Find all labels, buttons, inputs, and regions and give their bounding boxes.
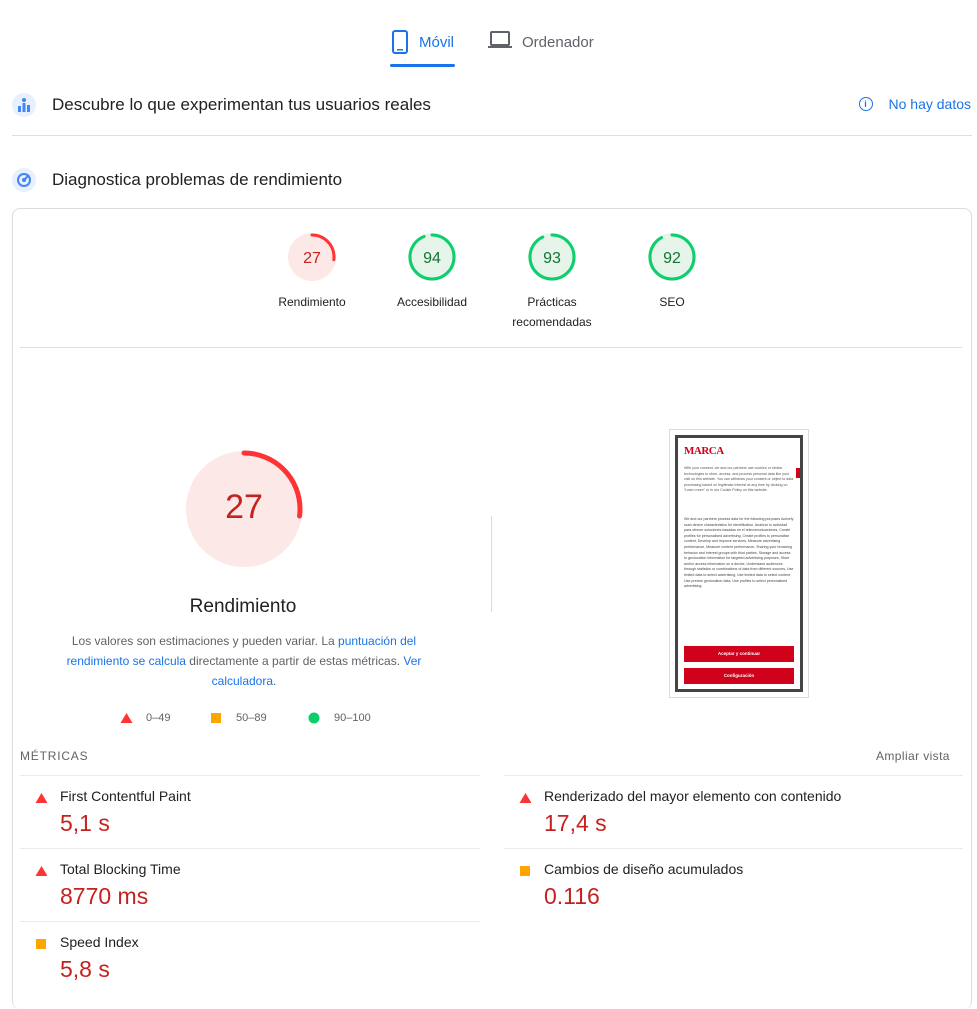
metric-value: 0.116 [544, 883, 600, 909]
mobile-icon [391, 30, 409, 58]
triangle-icon [120, 713, 133, 723]
metric-value: 5,1 s [60, 810, 110, 836]
metric-value: 5,8 s [60, 956, 110, 982]
performance-score: 27 [225, 488, 263, 526]
metric-divider [504, 848, 963, 849]
metrics-header: MÉTRICAS [20, 749, 89, 763]
gauge-seo[interactable]: 92 [647, 232, 697, 282]
metric-divider [20, 848, 480, 849]
triangle-icon [35, 793, 47, 803]
legend-average: 50–89 [210, 712, 267, 724]
gauge-label: Prácticas recomendadas [512, 295, 592, 329]
triangle-icon [519, 793, 531, 803]
gauge-ring: 92 [648, 233, 696, 281]
gauge-prácticas-recomendadas[interactable]: 93 [527, 232, 577, 282]
metric-name: Speed Index [60, 934, 139, 950]
desc-text: directamente a partir de estas métricas. [185, 654, 404, 668]
gauge-label: Rendimiento [278, 295, 346, 309]
info-icon: i [858, 97, 873, 111]
gauge-rendimiento[interactable]: 27 [287, 232, 337, 282]
consent-dialog: MARCA With your consent, we and our part… [678, 438, 800, 689]
tab-mobile[interactable]: Móvil [391, 30, 454, 68]
gauge-label: Accesibilidad [396, 295, 468, 309]
desc-text: . [273, 674, 277, 688]
gauge-label: SEO [659, 295, 685, 309]
device-tabs: Móvil Ordenador [0, 0, 977, 70]
metric-divider [20, 921, 480, 922]
desc-text: Los valores son estimaciones y pueden va… [71, 634, 339, 648]
triangle-icon [35, 866, 47, 876]
consent-text: With your consent, we and our partners u… [684, 466, 794, 493]
metric-divider [20, 775, 480, 776]
config-button[interactable]: Configuración [684, 668, 794, 684]
metric-value: 8770 ms [60, 883, 149, 909]
field-data-section: Descubre lo que experimentan tus usuario… [12, 85, 972, 125]
metric-name: First Contentful Paint [60, 788, 191, 804]
vertical-divider [491, 516, 492, 612]
gauge-ring: 93 [528, 233, 576, 281]
page-screenshot[interactable]: MARCA With your consent, we and our part… [669, 429, 809, 698]
purposes-text: We and our partners process data for the… [684, 517, 794, 589]
tab-label: Móvil [419, 34, 455, 51]
gauge-score: 93 [543, 250, 561, 267]
gauge-score: 92 [663, 250, 681, 267]
legend-fail: 0–49 [120, 712, 170, 724]
metric-value: 17,4 s [544, 810, 607, 836]
metric-name: Renderizado del mayor elemento con conte… [544, 788, 842, 804]
tab-desktop[interactable]: Ordenador [488, 30, 594, 68]
performance-title: Rendimiento [189, 596, 297, 617]
brand-strip [796, 468, 800, 478]
metric-item: Speed Index 5,8 s [20, 934, 476, 994]
field-data-title: Descubre lo que experimentan tus usuario… [52, 95, 431, 114]
expand-view-toggle[interactable]: Ampliar vista [876, 749, 950, 763]
metric-item: Cambios de diseño acumulados 0.116 [504, 861, 960, 921]
gauge-ring: 27 [288, 233, 336, 281]
performance-big-gauge: 27 [185, 450, 303, 568]
accept-button[interactable]: Aceptar y continuar [684, 646, 794, 662]
metric-item: Renderizado del mayor elemento con conte… [504, 788, 960, 848]
section-divider [12, 135, 972, 136]
tab-label: Ordenador [522, 34, 594, 51]
active-tab-indicator [390, 64, 455, 67]
legend-range: 0–49 [146, 712, 171, 724]
gauge-ring: 94 [408, 233, 456, 281]
legend-pass: 90–100 [308, 712, 371, 724]
circle-icon [308, 712, 320, 724]
legend-range: 50–89 [236, 712, 267, 724]
no-data-link[interactable]: i No hay datos [858, 96, 972, 112]
lab-data-title: Diagnostica problemas de rendimiento [52, 170, 343, 189]
lab-data-section: Diagnostica problemas de rendimiento [12, 160, 972, 200]
metric-name: Cambios de diseño acumulados [544, 861, 744, 877]
metric-divider [504, 775, 963, 776]
brand-logo: MARCA [684, 445, 724, 457]
no-data-label: No hay datos [888, 96, 972, 112]
performance-description: Los valores son estimaciones y pueden va… [60, 631, 428, 691]
legend-range: 90–100 [334, 712, 371, 724]
gauges-divider [20, 347, 962, 348]
square-icon [520, 866, 530, 876]
square-icon [36, 939, 46, 949]
laptop-icon [488, 30, 512, 54]
users-icon [12, 93, 36, 117]
gauge-score: 27 [303, 250, 321, 267]
square-icon [211, 713, 221, 723]
metric-item: Total Blocking Time 8770 ms [20, 861, 476, 921]
metric-name: Total Blocking Time [60, 861, 181, 877]
gauge-accesibilidad[interactable]: 94 [407, 232, 457, 282]
diagnose-icon [12, 168, 36, 192]
metric-item: First Contentful Paint 5,1 s [20, 788, 476, 848]
gauge-score: 94 [423, 250, 441, 267]
screenshot-frame: MARCA With your consent, we and our part… [675, 435, 803, 692]
